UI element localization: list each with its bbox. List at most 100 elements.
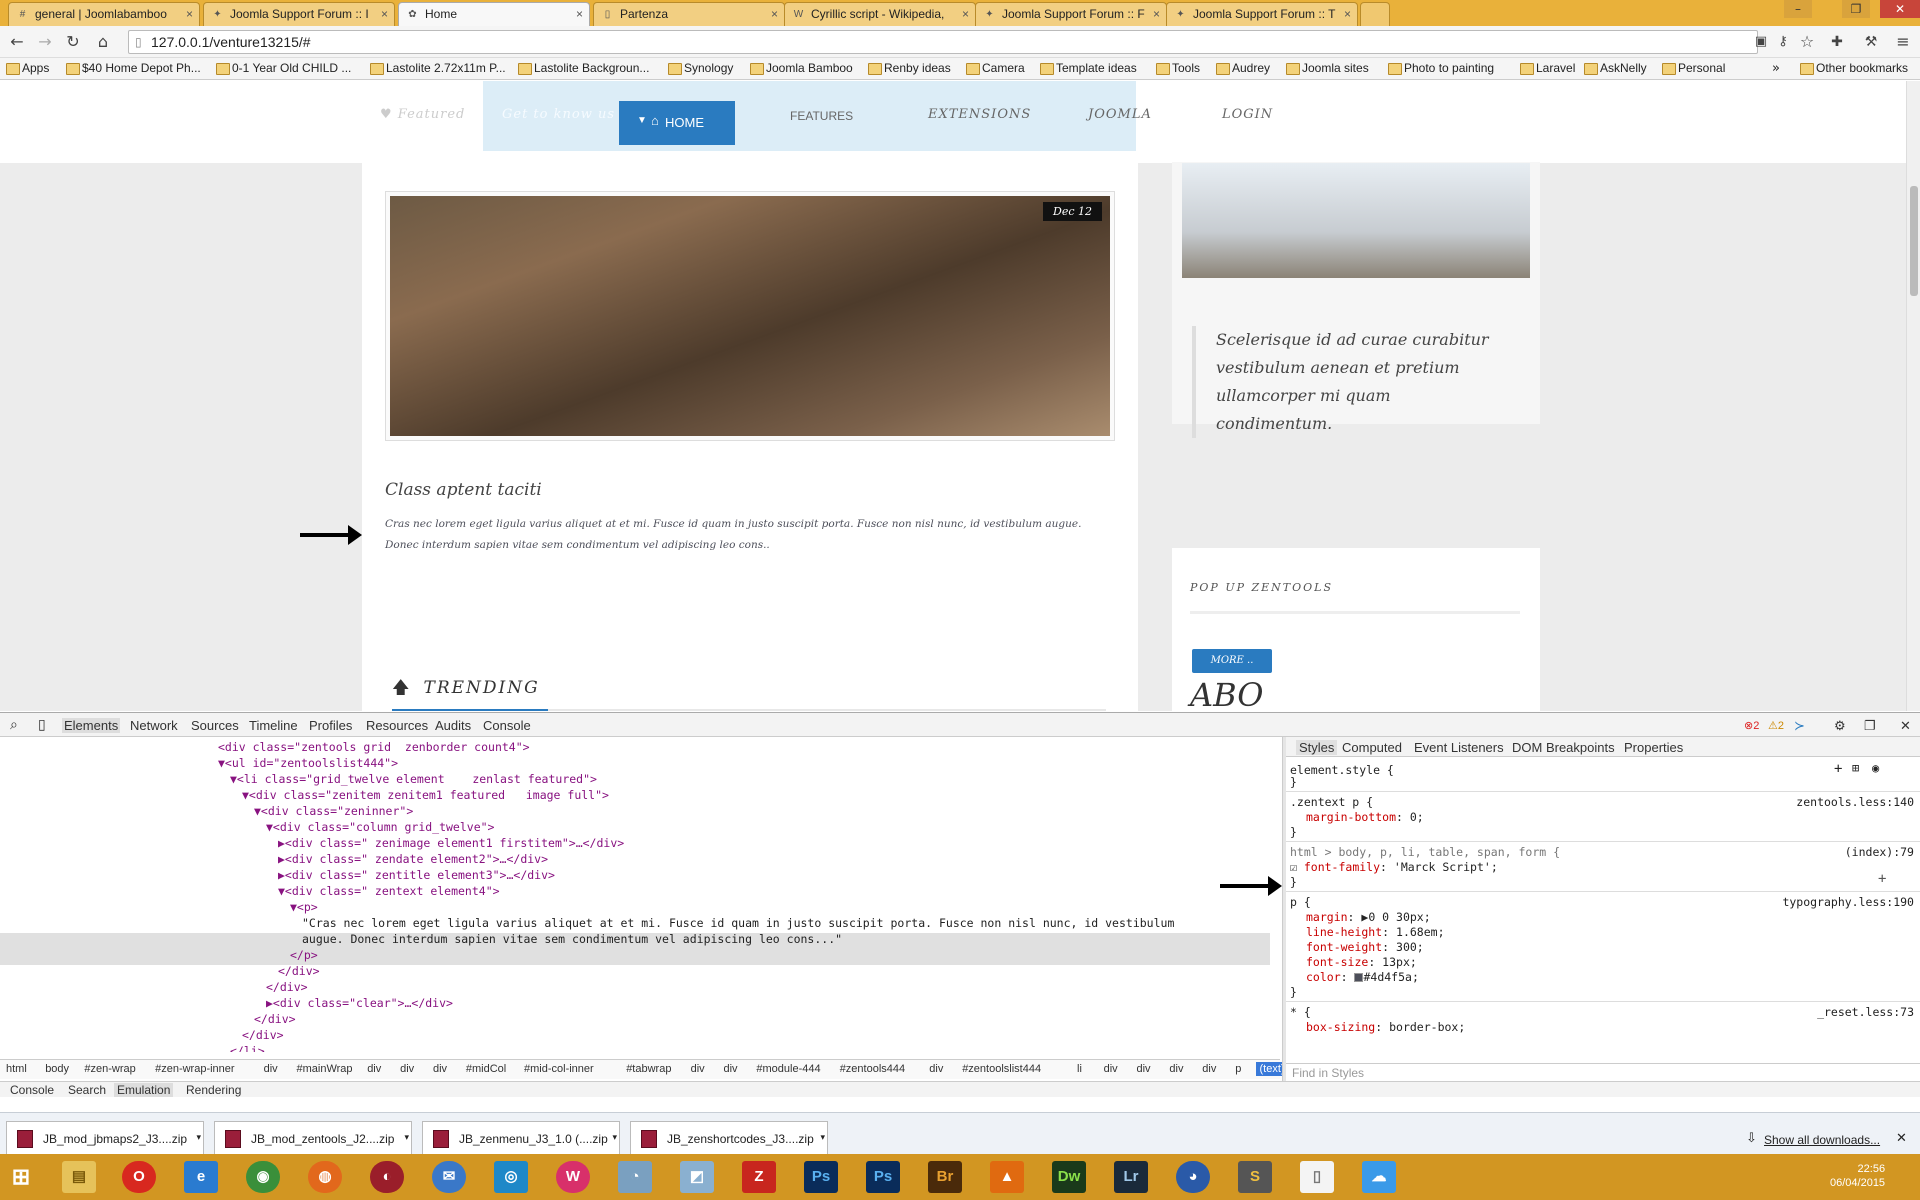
menu-item-get-to-know[interactable]: Get to know us (502, 107, 615, 122)
dom-node-line[interactable]: ▶<div class="clear">…</div> (266, 995, 453, 1011)
browser-tab-general[interactable]: # general | Joomlabamboo × (8, 2, 200, 26)
elements-tree[interactable]: <div class="zentools grid zenborder coun… (0, 737, 1270, 1052)
address-bar[interactable]: ▯ 127.0.0.1/venture13215/# (128, 30, 1758, 54)
breadcrumb-item[interactable]: div (1137, 1063, 1151, 1075)
dom-node-line[interactable]: "Cras nec lorem eget ligula varius aliqu… (302, 915, 1174, 931)
bookmark-folder[interactable]: Camera (966, 61, 1025, 75)
tab-audits[interactable]: Audits (435, 718, 471, 733)
rule-selector[interactable]: element.style { (1290, 763, 1394, 778)
style-property[interactable]: font-size: 13px; (1306, 955, 1417, 970)
close-window-icon[interactable]: ✕ (1880, 0, 1920, 18)
breadcrumb-item[interactable]: body (45, 1063, 69, 1075)
bookmark-apps[interactable]: Apps (6, 61, 49, 75)
close-icon[interactable]: × (1153, 7, 1160, 21)
windows-start-icon[interactable]: ⊞ (4, 1161, 38, 1193)
browser-tab-forum-3[interactable]: ✦ Joomla Support Forum :: T × (1166, 2, 1358, 26)
tab-properties[interactable]: Properties (1624, 740, 1683, 755)
rule-selector[interactable]: p { (1290, 895, 1311, 910)
breadcrumb-item[interactable]: #module-444 (756, 1063, 820, 1075)
breadcrumb-item[interactable]: div (929, 1063, 943, 1075)
dom-node-line[interactable]: ▼<div class="zenitem zenitem1 featured i… (242, 787, 609, 803)
close-icon[interactable]: × (381, 7, 388, 21)
bookmark-folder[interactable]: Photo to painting (1388, 61, 1494, 75)
dom-node-line[interactable]: ▼<div class="column grid_twelve"> (266, 819, 494, 835)
console-drawer-icon[interactable]: ≻ (1794, 718, 1805, 734)
tab-dom-breakpoints[interactable]: DOM Breakpoints (1512, 740, 1615, 755)
new-tab-button[interactable] (1360, 2, 1390, 26)
breadcrumb-item[interactable]: #zentoolslist444 (962, 1063, 1041, 1075)
rule-source-link[interactable]: _reset.less:73 (1817, 1005, 1914, 1020)
find-in-styles-input[interactable]: Find in Styles (1286, 1063, 1920, 1081)
color-format-icon[interactable]: ◉ (1872, 761, 1879, 775)
dom-node-line[interactable]: </div> (278, 963, 320, 979)
breadcrumb-item[interactable]: p (1235, 1063, 1241, 1075)
close-icon[interactable]: × (576, 7, 583, 21)
file-explorer-icon[interactable]: ▤ (62, 1161, 96, 1193)
download-item[interactable]: JB_mod_jbmaps2_J3....zip ▾ (6, 1121, 204, 1155)
dom-node-line[interactable]: ▶<div class=" zenimage element1 firstite… (278, 835, 624, 851)
toggle-state-icon[interactable]: ⊞ (1852, 761, 1859, 775)
image-icon[interactable]: ▣ (1750, 32, 1772, 52)
breadcrumb-item[interactable]: #mainWrap (297, 1063, 353, 1075)
tab-event-listeners[interactable]: Event Listeners (1414, 740, 1504, 755)
home-icon[interactable]: ⌂ (92, 32, 114, 52)
show-all-downloads-link[interactable]: Show all downloads... (1764, 1133, 1880, 1147)
post-title[interactable]: Class aptent taciti (385, 480, 542, 500)
drawer-tab-rendering[interactable]: Rendering (186, 1083, 241, 1097)
app-icon[interactable]: ◎ (494, 1161, 528, 1193)
menu-item-login[interactable]: LOGIN (1222, 107, 1273, 122)
breadcrumb-item[interactable]: div (1202, 1063, 1216, 1075)
tab-elements[interactable]: Elements (62, 718, 121, 733)
firefox-icon[interactable]: ◍ (308, 1161, 342, 1193)
app-icon[interactable]: ◐ (370, 1161, 404, 1193)
chevron-down-icon[interactable]: ▾ (196, 1132, 201, 1143)
webcam-icon[interactable]: ◔ (618, 1161, 652, 1193)
tools-icon[interactable]: ⚒ (1860, 32, 1882, 52)
bookmark-item[interactable]: $40 Home Depot Ph... (66, 61, 201, 75)
scrollbar-thumb[interactable] (1910, 186, 1918, 296)
dom-node-line[interactable]: <div class="zentools grid zenborder coun… (218, 739, 530, 755)
tab-profiles[interactable]: Profiles (309, 718, 352, 733)
featured-image[interactable]: Dec 12 (390, 196, 1110, 436)
breadcrumb-item[interactable]: div (433, 1063, 447, 1075)
dom-node-line[interactable]: </div> (242, 1027, 284, 1043)
bookmark-folder[interactable]: Personal (1662, 61, 1725, 75)
sublime-icon[interactable]: S (1238, 1161, 1272, 1193)
reload-icon[interactable]: ↻ (62, 32, 84, 52)
dom-node-line[interactable]: </div> (266, 979, 308, 995)
dom-node-line[interactable]: ▼<div class=" zentext element4"> (278, 883, 500, 899)
breadcrumb-item[interactable]: div (264, 1063, 278, 1075)
rule-selector[interactable]: html > body, p, li, table, span, form { (1290, 845, 1560, 860)
gear-icon[interactable]: ⚙ (1834, 718, 1846, 734)
star-icon[interactable]: ☆ (1796, 32, 1818, 52)
style-property[interactable]: ☑ font-family: 'Marck Script'; (1290, 860, 1498, 875)
key-icon[interactable]: ⚷ (1772, 32, 1794, 52)
breadcrumb-item[interactable]: div (691, 1063, 705, 1075)
menu-item-featured[interactable]: ♥ Featured (380, 107, 465, 122)
dom-node-line[interactable]: ▼<div class="zeninner"> (254, 803, 413, 819)
breadcrumb-item[interactable]: #zentools444 (840, 1063, 905, 1075)
dom-node-line[interactable]: ▼<ul id="zentoolslist444"> (218, 755, 398, 771)
breadcrumb-item[interactable]: #midCol (466, 1063, 506, 1075)
warning-count[interactable]: ⚠2 (1768, 719, 1784, 732)
breadcrumb-item[interactable]: #zen-wrap (84, 1063, 135, 1075)
vlc-icon[interactable]: ▲ (990, 1161, 1024, 1193)
download-item[interactable]: JB_zenshortcodes_J3....zip ▾ (630, 1121, 828, 1155)
download-item[interactable]: JB_zenmenu_J3_1.0 (....zip ▾ (422, 1121, 620, 1155)
back-arrow-icon[interactable]: ← (6, 32, 28, 52)
dom-node-line[interactable]: </div> (254, 1011, 296, 1027)
opera-icon[interactable]: O (122, 1161, 156, 1193)
rule-source-link[interactable]: zentools.less:140 (1796, 795, 1914, 810)
tab-console[interactable]: Console (483, 718, 531, 733)
device-icon[interactable]: ▯ (38, 716, 46, 733)
bookmark-folder[interactable]: Synology (668, 61, 733, 75)
bookmark-folder[interactable]: Tools (1156, 61, 1200, 75)
close-icon[interactable]: × (962, 7, 969, 21)
tab-styles[interactable]: Styles (1296, 740, 1338, 755)
extension-icon[interactable]: ✚ (1826, 32, 1848, 52)
breadcrumb-item[interactable]: div (724, 1063, 738, 1075)
rule-source-link[interactable]: (index):79 (1845, 845, 1914, 860)
app-icon[interactable]: W (556, 1161, 590, 1193)
browser-tab-home[interactable]: ✿ Home × (398, 2, 590, 27)
page-scrollbar[interactable] (1906, 81, 1920, 711)
